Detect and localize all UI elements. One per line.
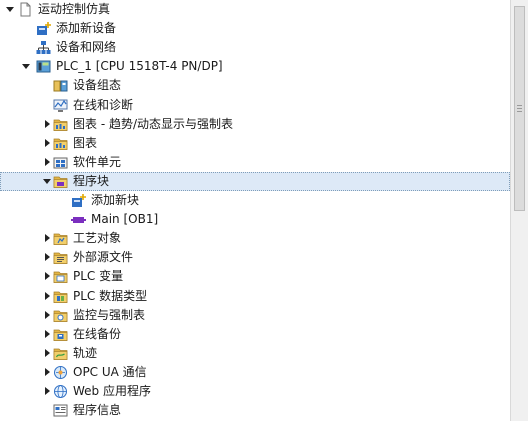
tree-item[interactable]: 外部源文件: [0, 248, 510, 267]
collapse-arrow-icon[interactable]: [41, 156, 53, 168]
tree-item[interactable]: 程序信息: [0, 401, 510, 420]
collapse-arrow-icon[interactable]: [41, 118, 53, 130]
tree-item-label: 运动控制仿真: [38, 2, 111, 16]
software-units-icon: [53, 155, 68, 170]
expand-arrow-icon[interactable]: [20, 60, 32, 72]
tree-item-label: 图表 - 趋势/动态显示与强制表: [73, 116, 234, 131]
tree-item-label: 设备和网络: [56, 40, 117, 55]
tree-item-label: 监控与强制表: [73, 307, 146, 322]
collapse-arrow-icon[interactable]: [41, 385, 53, 397]
tree-item[interactable]: OPC UA 通信: [0, 363, 510, 382]
tree-item-label: 设备组态: [73, 78, 122, 93]
tree-item[interactable]: 程序块: [0, 171, 510, 191]
tree-item[interactable]: 在线备份: [0, 325, 510, 344]
opcua-icon: [53, 365, 68, 380]
collapse-arrow-icon[interactable]: [41, 251, 53, 263]
tree-item-label: Web 应用程序: [73, 384, 151, 398]
tree-item[interactable]: 图表: [0, 134, 510, 153]
folder-trace-icon: [53, 346, 68, 361]
network-icon: [36, 40, 51, 55]
expand-arrow-icon[interactable]: [4, 3, 16, 15]
plc-icon: [36, 59, 51, 74]
tree-item-label: Main [OB1]: [91, 212, 159, 227]
ob-block-icon: [71, 212, 86, 227]
tree-item[interactable]: 设备组态: [0, 76, 510, 95]
tree-item[interactable]: 在线和诊断: [0, 96, 510, 115]
tree-item-label: 软件单元: [73, 154, 122, 169]
tree-item[interactable]: 软件单元: [0, 153, 510, 172]
folder-tech-icon: [53, 231, 68, 246]
collapse-arrow-icon[interactable]: [41, 328, 53, 340]
tree-item-label: 在线备份: [73, 326, 122, 341]
folder-datatype-icon: [53, 289, 68, 304]
tree-item-label: 工艺对象: [73, 231, 122, 246]
collapse-arrow-icon[interactable]: [41, 232, 53, 244]
tree-item[interactable]: PLC_1 [CPU 1518T-4 PN/DP]: [0, 57, 510, 76]
tree-item-label: PLC 变量: [73, 269, 124, 284]
folder-blocks-icon: [53, 174, 68, 189]
tree-item-label: 轨迹: [73, 345, 98, 360]
folder-watch-icon: [53, 308, 68, 323]
folder-chart-icon: [53, 117, 68, 132]
tree-item-label: 图表: [73, 135, 98, 150]
tree-item[interactable]: 设备和网络: [0, 38, 510, 57]
tree-item-label: 添加新设备: [56, 21, 117, 36]
collapse-arrow-icon[interactable]: [41, 347, 53, 359]
folder-chart-icon: [53, 136, 68, 151]
add-device-icon: [36, 21, 51, 36]
folder-source-icon: [53, 250, 68, 265]
tree-item[interactable]: Web 应用程序: [0, 382, 510, 401]
program-info-icon: [53, 403, 68, 418]
tree-item[interactable]: 监控与强制表: [0, 306, 510, 325]
collapse-arrow-icon[interactable]: [41, 137, 53, 149]
tree-item[interactable]: 添加新设备: [0, 19, 510, 38]
add-block-icon: [71, 193, 86, 208]
tree-item[interactable]: Main [OB1]: [0, 210, 510, 229]
collapse-arrow-icon[interactable]: [41, 366, 53, 378]
tree-item[interactable]: 图表 - 趋势/动态显示与强制表: [0, 115, 510, 134]
device-config-icon: [53, 78, 68, 93]
tree-item-label: PLC_1 [CPU 1518T-4 PN/DP]: [56, 59, 223, 74]
folder-tags-icon: [53, 269, 68, 284]
tree-item[interactable]: 运动控制仿真: [0, 0, 510, 19]
tree-item-label: 程序块: [73, 173, 110, 188]
tree-item-label: PLC 数据类型: [73, 288, 148, 303]
web-app-icon: [53, 384, 68, 399]
online-diagnostics-icon: [53, 98, 68, 113]
tree-item[interactable]: 添加新块: [0, 191, 510, 210]
tree-item[interactable]: PLC 数据类型: [0, 287, 510, 306]
collapse-arrow-icon[interactable]: [41, 290, 53, 302]
vertical-scrollbar[interactable]: [510, 0, 528, 421]
tree-item[interactable]: PLC 变量: [0, 267, 510, 286]
expand-arrow-icon[interactable]: [41, 175, 53, 187]
project-icon: [18, 2, 33, 17]
scrollbar-thumb[interactable]: [514, 6, 525, 211]
tree-item[interactable]: 轨迹: [0, 344, 510, 363]
tree-item-label: 程序信息: [73, 403, 122, 418]
collapse-arrow-icon[interactable]: [41, 270, 53, 282]
collapse-arrow-icon[interactable]: [41, 309, 53, 321]
tree-item[interactable]: 工艺对象: [0, 229, 510, 248]
project-tree: 运动控制仿真添加新设备设备和网络 PLC_1 [CPU 1518T-4 PN/DP…: [0, 0, 510, 421]
tree-item-label: OPC UA 通信: [73, 364, 147, 379]
folder-backup-icon: [53, 327, 68, 342]
tree-item-label: 在线和诊断: [73, 97, 134, 112]
tree-item-label: 添加新块: [91, 193, 140, 207]
tree-item-label: 外部源文件: [73, 250, 134, 265]
